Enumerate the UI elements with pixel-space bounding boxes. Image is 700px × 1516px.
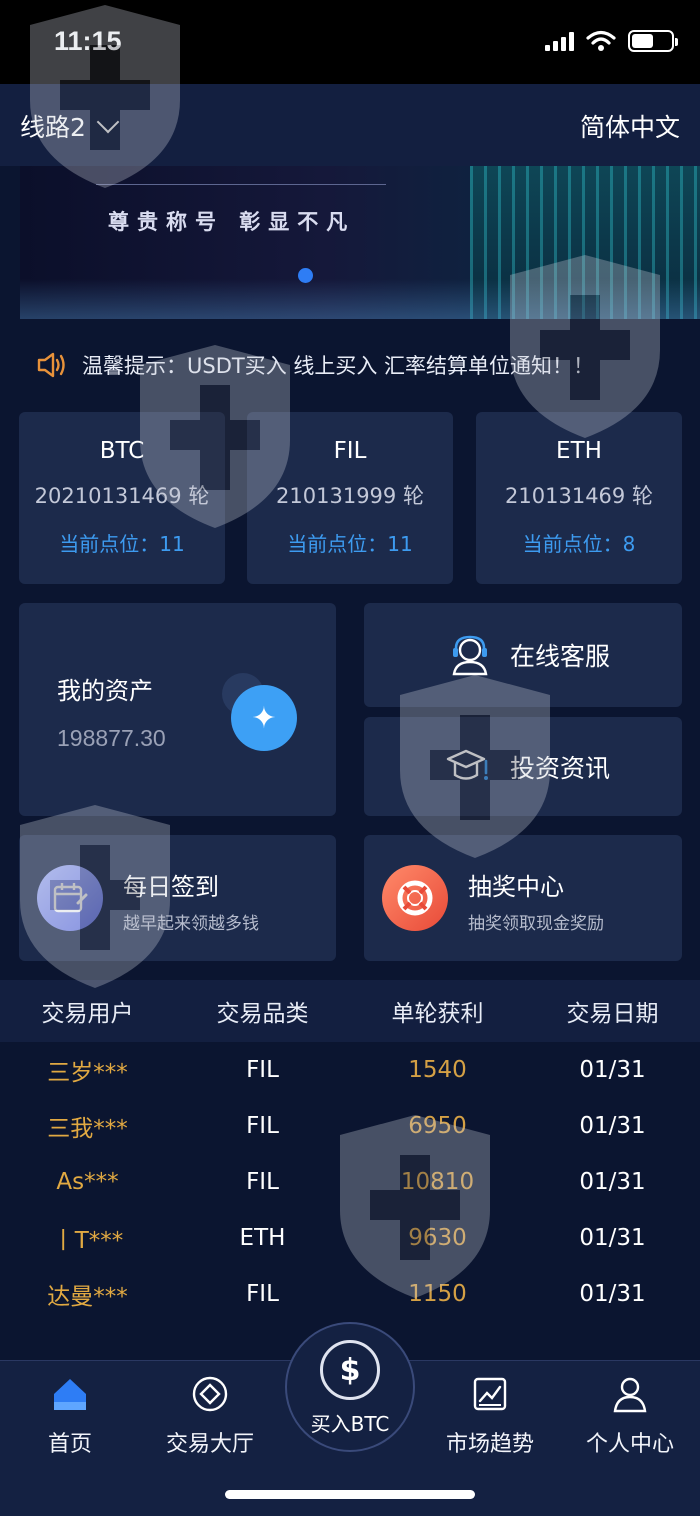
coin-position: 当前点位：11	[287, 532, 413, 556]
chart-icon	[473, 1377, 507, 1411]
trade-table-header: 交易用户 交易品类 单轮获利 交易日期	[0, 980, 700, 1042]
tab-trading-hall[interactable]: 交易大厅	[140, 1370, 280, 1458]
cell-date: 01/31	[579, 1281, 646, 1307]
lifebuoy-icon	[382, 865, 448, 931]
speaker-icon	[37, 352, 65, 378]
table-row: 三我*** FIL 6950 01/31	[0, 1098, 700, 1154]
calendar-icon	[37, 865, 103, 931]
language-selector[interactable]: 简体中文	[580, 108, 680, 144]
online-support-label: 在线客服	[510, 642, 611, 671]
headset-icon	[452, 635, 488, 676]
cell-user: 三岁***	[47, 1060, 128, 1086]
trade-table-body: 三岁*** FIL 1540 01/31 三我*** FIL 6950 01/3…	[0, 1042, 700, 1322]
cell-user: 三我***	[47, 1116, 128, 1142]
cell-date: 01/31	[579, 1169, 646, 1195]
banner-glow	[20, 279, 700, 319]
cell-user: As***	[56, 1169, 119, 1195]
table-row: 三岁*** FIL 1540 01/31	[0, 1042, 700, 1098]
notice-bar[interactable]: 温馨提示：USDT买入 线上买入 汇率结算单位通知！！	[36, 350, 594, 380]
coin-icon	[192, 1376, 228, 1412]
cell-profit: 9630	[408, 1225, 467, 1251]
status-bar: 11:15	[0, 0, 700, 84]
cell-item: FIL	[246, 1281, 279, 1307]
chevron-down-icon	[96, 110, 120, 134]
coin-name: BTC	[99, 438, 145, 464]
tab-buy-btc-label[interactable]: 买入BTC	[285, 1408, 415, 1437]
cell-item: FIL	[246, 1057, 279, 1083]
investment-news-button[interactable]: 投资资讯	[364, 717, 682, 816]
coin-round: 210131469 轮	[505, 484, 653, 508]
assets-title: 我的资产	[57, 677, 153, 705]
lottery-title: 抽奖中心	[468, 873, 564, 901]
checkin-title: 每日签到	[123, 873, 219, 901]
online-support-button[interactable]: 在线客服	[364, 603, 682, 707]
tab-home[interactable]: 首页	[0, 1370, 140, 1458]
table-row: 达曼*** FIL 1150 01/31	[0, 1266, 700, 1322]
cell-profit: 1540	[408, 1057, 467, 1083]
carousel-indicator-dot[interactable]	[298, 268, 313, 283]
coin-card-eth[interactable]: ETH 210131469 轮 当前点位：8	[476, 412, 682, 584]
my-assets-card[interactable]: 我的资产 198877.30 ✦	[19, 603, 336, 816]
signal-icon	[545, 31, 574, 51]
column-header-item: 交易品类	[216, 1001, 309, 1027]
tab-profile[interactable]: 个人中心	[560, 1370, 700, 1458]
cell-item: ETH	[239, 1225, 286, 1251]
checkin-subtitle: 越早起来领越多钱	[123, 914, 259, 934]
table-row: 丨T*** ETH 9630 01/31	[0, 1210, 700, 1266]
banner-carousel[interactable]: 尊贵称号 彰显不凡	[20, 166, 700, 319]
route-label: 线路2	[20, 113, 86, 142]
tab-market-trend-label: 市场趋势	[445, 1432, 534, 1457]
notice-text: 温馨提示：USDT买入 线上买入 汇率结算单位通知！！	[82, 354, 595, 378]
lottery-center-card[interactable]: 抽奖中心 抽奖领取现金奖励	[364, 835, 682, 961]
dollar-coin-icon[interactable]: $	[320, 1340, 380, 1400]
coin-name: FIL	[333, 438, 367, 464]
banner-slogan: 尊贵称号 彰显不凡	[108, 210, 356, 234]
table-row: As*** FIL 10810 01/31	[0, 1154, 700, 1210]
status-icons	[545, 30, 678, 52]
column-header-date: 交易日期	[566, 1001, 659, 1027]
top-header: 线路2 简体中文	[0, 84, 700, 166]
wifi-icon	[586, 30, 616, 51]
banner-divider	[96, 184, 386, 185]
graduation-cap-icon	[446, 749, 488, 780]
cell-profit: 1150	[408, 1281, 467, 1307]
tab-home-label: 首页	[47, 1432, 92, 1457]
tab-profile-label: 个人中心	[585, 1432, 674, 1457]
coin-card-fil[interactable]: FIL 210131999 轮 当前点位：11	[247, 412, 453, 584]
lottery-subtitle: 抽奖领取现金奖励	[468, 914, 604, 934]
cell-item: FIL	[246, 1113, 279, 1139]
battery-icon	[628, 30, 678, 52]
cell-date: 01/31	[579, 1225, 646, 1251]
coin-card-btc[interactable]: BTC 20210131469 轮 当前点位：11	[19, 412, 225, 584]
coin-round: 20210131469 轮	[34, 484, 210, 508]
home-icon	[54, 1379, 86, 1410]
column-header-user: 交易用户	[41, 1001, 134, 1027]
column-header-profit: 单轮获利	[391, 1001, 484, 1027]
cell-profit: 10810	[400, 1169, 475, 1195]
cell-user: 达曼***	[47, 1284, 128, 1310]
status-time: 11:15	[54, 26, 122, 56]
person-icon	[613, 1377, 647, 1413]
tab-trading-hall-label: 交易大厅	[165, 1432, 254, 1457]
route-selector[interactable]: 线路2	[20, 108, 120, 144]
cell-date: 01/31	[579, 1113, 646, 1139]
daily-checkin-card[interactable]: 每日签到 越早起来领越多钱	[19, 835, 336, 961]
coin-round: 210131999 轮	[276, 484, 424, 508]
investment-news-label: 投资资讯	[510, 753, 611, 783]
tab-market-trend[interactable]: 市场趋势	[420, 1370, 560, 1458]
assets-value: 198877.30	[57, 725, 166, 751]
coin-position: 当前点位：8	[522, 532, 636, 556]
star-badge-icon: ✦	[231, 685, 297, 751]
cell-profit: 6950	[408, 1113, 467, 1139]
coin-name: ETH	[556, 438, 602, 464]
cell-user: 丨T***	[51, 1228, 124, 1254]
cell-item: FIL	[246, 1169, 279, 1195]
cell-date: 01/31	[579, 1057, 646, 1083]
coin-position: 当前点位：11	[59, 532, 185, 556]
home-indicator[interactable]	[225, 1490, 475, 1499]
